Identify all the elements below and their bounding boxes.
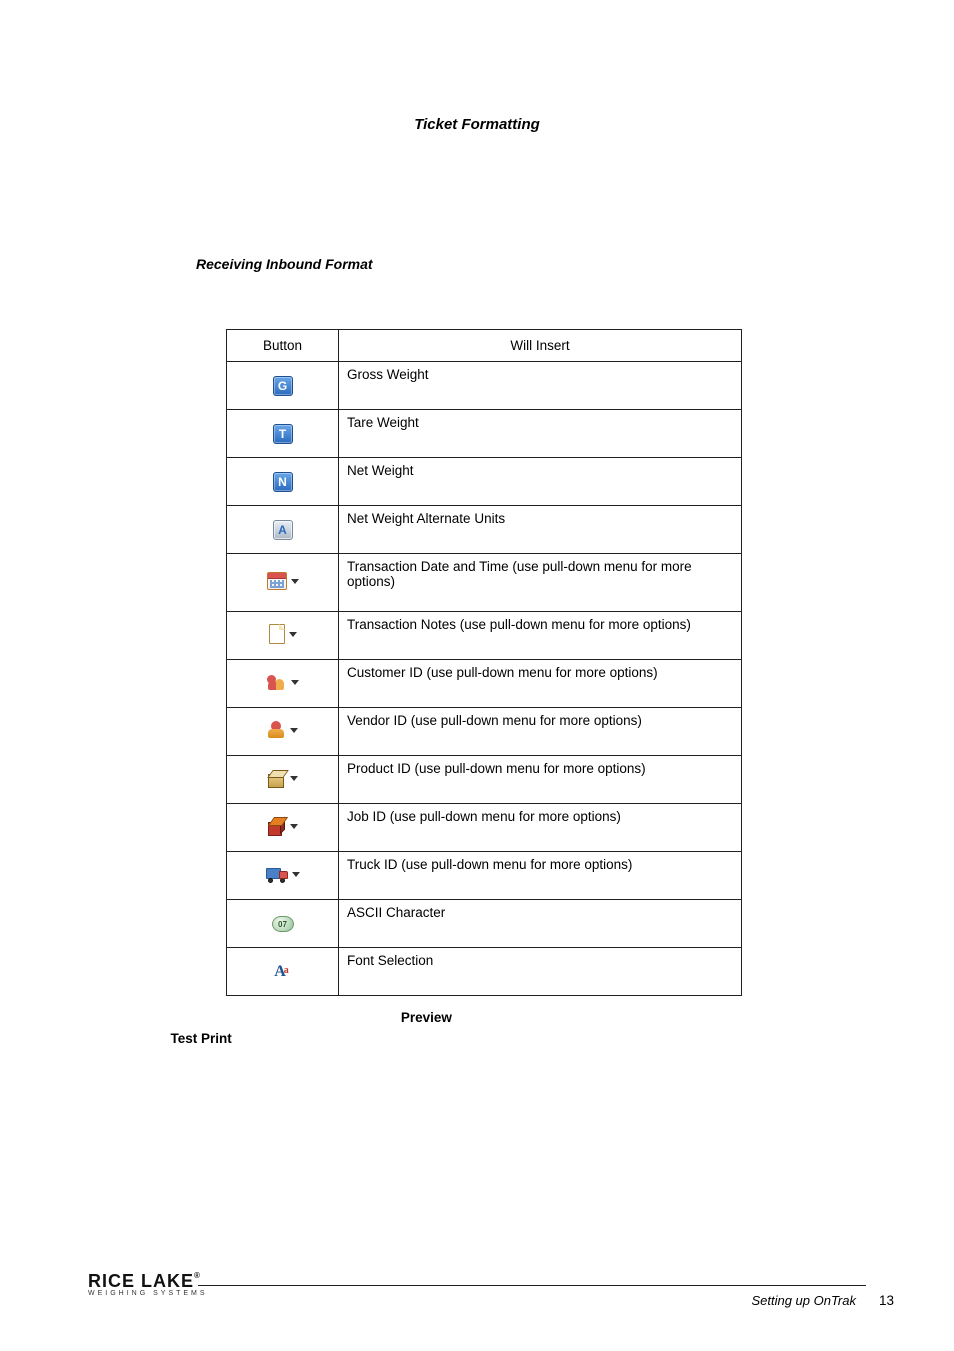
sq-sq-blue-icon: G [273, 376, 293, 396]
chevron-down-icon[interactable] [290, 824, 298, 829]
cube-icon [268, 817, 286, 835]
col-header-button: Button [227, 330, 339, 362]
table-row: Vendor ID (use pull-down menu for more o… [227, 708, 742, 756]
note-icon [269, 624, 285, 644]
people-icon [267, 673, 287, 691]
toolbar-button-icon[interactable] [267, 572, 299, 590]
page-footer: RICE LAKE® WEIGHING SYSTEMS Setting up O… [0, 1255, 954, 1315]
brand-name: RICE LAKE [88, 1271, 194, 1291]
preview-word: Preview [401, 1010, 452, 1025]
will-insert-description: Vendor ID (use pull-down menu for more o… [339, 708, 742, 756]
button-icon-cell: N [227, 458, 339, 506]
will-insert-description: Product ID (use pull-down menu for more … [339, 756, 742, 804]
will-insert-description: ASCII Character [339, 900, 742, 948]
test-print-word: Test Print [171, 1031, 232, 1046]
chevron-down-icon[interactable] [291, 680, 299, 685]
section-title: Ticket Formatting [0, 116, 954, 133]
toolbar-button-icon[interactable]: T [273, 424, 293, 444]
will-insert-description: Net Weight Alternate Units [339, 506, 742, 554]
toolbar-button-icon[interactable]: 07 [272, 916, 294, 932]
brand-tagline: WEIGHING SYSTEMS [88, 1290, 208, 1297]
toolbar-button-icon[interactable] [269, 624, 297, 644]
footer-section-name: Setting up OnTrak [751, 1293, 856, 1308]
toolbar-button-icon[interactable]: G [273, 376, 293, 396]
table-row: Truck ID (use pull-down menu for more op… [227, 852, 742, 900]
button-icon-cell [227, 708, 339, 756]
table-row: G Gross Weight [227, 362, 742, 410]
page: Ticket Formatting Receiving Inbound Form… [0, 116, 954, 1351]
will-insert-description: Job ID (use pull-down menu for more opti… [339, 804, 742, 852]
toolbar-button-icon[interactable] [268, 817, 298, 835]
table-row: Aa Font Selection [227, 948, 742, 996]
will-insert-description: Gross Weight [339, 362, 742, 410]
table-row: Customer ID (use pull-down menu for more… [227, 660, 742, 708]
button-icon-cell: T [227, 410, 339, 458]
button-icon-cell: A [227, 506, 339, 554]
truck-icon [266, 866, 288, 882]
button-insert-table: Button Will Insert G Gross Weight T Tare We… [226, 329, 742, 996]
registered-mark: ® [194, 1271, 201, 1280]
table-header-row: Button Will Insert [227, 330, 742, 362]
table-row: Job ID (use pull-down menu for more opti… [227, 804, 742, 852]
sq-sq-blue-icon: T [273, 424, 293, 444]
toolbar-button-icon[interactable]: A [273, 520, 293, 540]
button-icon-cell [227, 660, 339, 708]
button-icon-cell: 07 [227, 900, 339, 948]
button-icon-cell [227, 804, 339, 852]
will-insert-description: Truck ID (use pull-down menu for more op… [339, 852, 742, 900]
footer-rule [198, 1285, 866, 1286]
table-row: T Tare Weight [227, 410, 742, 458]
chevron-down-icon[interactable] [292, 872, 300, 877]
button-icon-cell: Aa [227, 948, 339, 996]
sq-sq-blue-icon: N [273, 472, 293, 492]
button-icon-cell [227, 756, 339, 804]
font-aa-icon: Aa [274, 963, 291, 981]
vendor-icon [268, 721, 286, 739]
table-row: Transaction Date and Time (use pull-down… [227, 554, 742, 612]
table-row: N Net Weight [227, 458, 742, 506]
will-insert-description: Transaction Date and Time (use pull-down… [339, 554, 742, 612]
toolbar-button-icon[interactable] [266, 866, 300, 882]
box3d-icon [268, 770, 286, 786]
col-header-will-insert: Will Insert [339, 330, 742, 362]
table-row: A Net Weight Alternate Units [227, 506, 742, 554]
toolbar-button-icon[interactable]: Aa [274, 963, 291, 981]
footer-page-number: 13 [879, 1293, 894, 1308]
table-row: Transaction Notes (use pull-down menu fo… [227, 612, 742, 660]
chevron-down-icon[interactable] [291, 579, 299, 584]
toolbar-button-icon[interactable] [268, 721, 298, 739]
chevron-down-icon[interactable] [290, 728, 298, 733]
will-insert-description: Net Weight [339, 458, 742, 506]
chevron-down-icon[interactable] [289, 632, 297, 637]
will-insert-description: Transaction Notes (use pull-down menu fo… [339, 612, 742, 660]
button-icon-cell: G [227, 362, 339, 410]
sq-sq-gray-icon: A [273, 520, 293, 540]
subheading-receiving-inbound: Receiving Inbound Format [196, 256, 373, 272]
table-row: Product ID (use pull-down menu for more … [227, 756, 742, 804]
brand-logo: RICE LAKE® WEIGHING SYSTEMS [88, 1271, 208, 1297]
button-icon-cell [227, 612, 339, 660]
chevron-down-icon[interactable] [290, 776, 298, 781]
toolbar-button-icon[interactable] [267, 673, 299, 691]
after-table-text: To preview the format prior to printing,… [118, 1008, 838, 1050]
ascii-icon: 07 [272, 916, 294, 932]
toolbar-button-icon[interactable]: N [273, 472, 293, 492]
button-icon-cell [227, 852, 339, 900]
cal-icon [267, 572, 287, 590]
will-insert-description: Font Selection [339, 948, 742, 996]
table-row: 07 ASCII Character [227, 900, 742, 948]
toolbar-button-icon[interactable] [268, 770, 298, 786]
button-icon-cell [227, 554, 339, 612]
will-insert-description: Customer ID (use pull-down menu for more… [339, 660, 742, 708]
will-insert-description: Tare Weight [339, 410, 742, 458]
